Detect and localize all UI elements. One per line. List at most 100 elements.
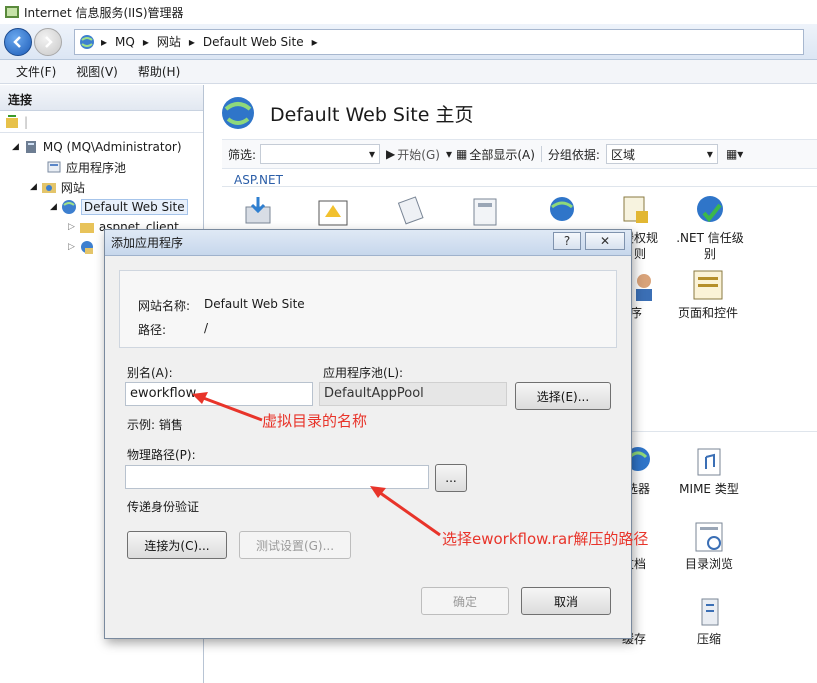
path-annotation: 选择eworkflow.rar解压的路径	[442, 530, 649, 548]
modules-icon[interactable]	[394, 193, 430, 229]
toolbar-separator: |	[24, 114, 29, 129]
physical-path-input[interactable]	[125, 465, 429, 489]
feature-label: .NET 信任级 别	[676, 231, 744, 261]
chevron-right-icon: ▸	[101, 34, 108, 49]
feature-compression[interactable]: 压缩	[668, 631, 750, 647]
section-aspnet: ASP.NET	[234, 173, 283, 187]
window-title: Internet 信息服务(IIS)管理器	[24, 5, 184, 20]
net-trust-levels-icon[interactable]	[692, 193, 728, 229]
server-icon	[25, 141, 36, 153]
tree-node-label: Default Web Site	[80, 199, 188, 215]
pages-controls-icon[interactable]	[690, 267, 726, 303]
page-title: Default Web Site 主页	[270, 103, 474, 126]
address-bar[interactable]: ▸ MQ ▸ 网站 ▸ Default Web Site ▸	[74, 28, 804, 55]
pass-through-label: 传递身份验证	[127, 500, 200, 514]
menu-help[interactable]: 帮助(H)	[138, 63, 180, 80]
feature-label: MIME 类型	[679, 482, 739, 496]
dialog-titlebar: 添加应用程序 ? ✕	[105, 230, 631, 256]
chevron-right-icon: ▸	[311, 34, 318, 49]
filter-bar: 筛选: ▾ ▶ 开始(G) ▾ ▦ 全部显示(A) 分组依据: 区域 ▾ ▦▾	[222, 139, 817, 169]
page-header: Default Web Site 主页	[220, 95, 473, 131]
tree-node-app-pools[interactable]: 应用程序池	[46, 157, 126, 177]
alias-input[interactable]: eworkflow	[125, 382, 313, 406]
error-pages-icon[interactable]	[315, 195, 351, 231]
feature-mime-types[interactable]: MIME 类型	[668, 481, 750, 497]
application-icon	[80, 241, 93, 254]
net-compilation-icon[interactable]	[240, 193, 276, 229]
compression-icon[interactable]	[692, 593, 728, 629]
toolbar-separator	[540, 146, 542, 162]
back-button[interactable]	[4, 27, 32, 56]
show-all-icon: ▦	[455, 147, 468, 161]
view-mode-icon[interactable]: ▦▾	[726, 147, 743, 161]
folder-icon	[79, 223, 94, 233]
tree-node-sites[interactable]: ◢ 网站	[30, 177, 85, 197]
tree-node-label: 网站	[60, 180, 85, 195]
group-by-label: 分组依据:	[547, 147, 600, 162]
sites-folder-icon	[41, 183, 56, 193]
filter-input[interactable]: ▾	[260, 144, 381, 164]
globe-icon	[80, 34, 94, 49]
new-connection-icon[interactable]	[4, 114, 20, 130]
test-settings-button[interactable]: 测试设置(G)...	[239, 531, 351, 559]
connections-header: 连接	[0, 85, 203, 111]
alias-label: 别名(A):	[127, 366, 173, 380]
site-name-value: Default Web Site	[204, 297, 305, 311]
help-button[interactable]: ?	[553, 232, 581, 250]
site-info-box: 网站名称: Default Web Site 路径: /	[119, 270, 617, 348]
alias-example: 示例: 销售	[127, 418, 183, 432]
expanded-icon: ◢	[30, 182, 37, 192]
feature-label: 压缩	[696, 632, 721, 646]
ok-button[interactable]: 确定	[421, 587, 509, 615]
play-icon: ▶	[386, 147, 396, 161]
breadcrumb-sites[interactable]: 网站	[157, 33, 181, 50]
app-pool-field: DefaultAppPool	[319, 382, 507, 406]
pages-icon[interactable]	[468, 193, 504, 229]
breadcrumb-default-web-site[interactable]: Default Web Site	[203, 35, 304, 49]
browse-button[interactable]: ...	[435, 464, 467, 492]
authorization-rules-icon[interactable]	[618, 193, 654, 229]
tree-node-server[interactable]: ◢ MQ (MQ\Administrator)	[12, 137, 182, 157]
connect-as-button[interactable]: 连接为(C)...	[127, 531, 227, 559]
start-button[interactable]: 开始(G)	[397, 146, 440, 163]
navigation-bar: ▸ MQ ▸ 网站 ▸ Default Web Site ▸	[0, 24, 817, 60]
close-button[interactable]: ✕	[585, 232, 625, 250]
menu-view[interactable]: 视图(V)	[76, 63, 118, 80]
collapsed-icon: ▷	[68, 222, 75, 232]
select-pool-button[interactable]: 选择(E)...	[515, 382, 611, 410]
group-by-select[interactable]: 区域 ▾	[605, 144, 718, 164]
show-all-button[interactable]: 全部显示(A)	[469, 146, 535, 163]
close-icon: ✕	[599, 234, 611, 248]
globe-feature-icon[interactable]	[544, 193, 580, 229]
forward-button[interactable]	[34, 27, 62, 56]
section-divider	[622, 431, 817, 432]
cancel-button[interactable]: 取消	[521, 587, 611, 615]
chevron-right-icon: ▸	[188, 34, 195, 49]
group-by-value: 区域	[610, 147, 635, 162]
globe-icon	[61, 200, 76, 214]
chevron-down-icon: ▾	[369, 147, 376, 161]
tree-node-application[interactable]: ▷	[68, 237, 99, 257]
feature-pages-controls[interactable]: 页面和控件	[668, 305, 748, 321]
feature-label: 目录浏览	[684, 557, 733, 571]
path-value: /	[204, 321, 209, 335]
chevron-right-icon: ▸	[142, 34, 149, 49]
physical-path-label: 物理路径(P):	[127, 448, 196, 462]
add-application-dialog: 添加应用程序 ? ✕ 网站名称: Default Web Site 路径: / …	[104, 229, 632, 639]
tree-node-label: 应用程序池	[66, 160, 127, 175]
feature-net-trust-levels[interactable]: .NET 信任级 别	[670, 230, 750, 262]
tree-node-default-web-site[interactable]: ◢ Default Web Site	[50, 197, 188, 217]
feature-directory-browsing[interactable]: 目录浏览	[668, 556, 750, 572]
menu-bar: 文件(F) 视图(V) 帮助(H)	[0, 60, 817, 84]
chevron-down-icon[interactable]: ▾	[446, 147, 452, 161]
filter-label: 筛选:	[228, 147, 257, 162]
breadcrumb-mq[interactable]: MQ	[115, 35, 135, 49]
mime-types-icon[interactable]	[692, 443, 728, 479]
path-label: 路径:	[138, 323, 167, 337]
chevron-down-icon: ▾	[706, 147, 713, 161]
directory-browsing-icon[interactable]	[692, 519, 728, 555]
alias-annotation: 虚拟目录的名称	[262, 412, 368, 430]
connections-toolbar: |	[0, 111, 203, 133]
expanded-icon: ◢	[50, 202, 57, 212]
menu-file[interactable]: 文件(F)	[16, 63, 56, 80]
